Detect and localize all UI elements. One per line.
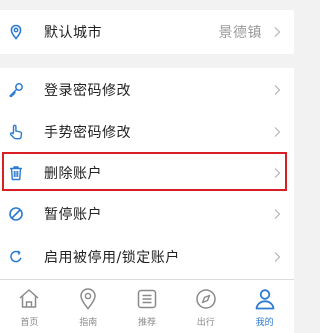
tab-mine[interactable]: 我的 [235,280,294,333]
menu-item-label: 暂停账户 [44,207,102,223]
block-icon [8,206,24,222]
tab-guide[interactable]: 指南 [59,280,118,333]
home-icon [19,289,39,308]
tab-home[interactable]: 首页 [0,280,59,333]
menu-item-enable-account[interactable]: 启用被停用/锁定账户 [0,235,294,279]
menu-item-label: 删除账户 [44,166,102,182]
key-icon [8,82,24,98]
menu-item-login-password[interactable]: 登录密码修改 [0,68,294,112]
menu-item-label: 手势密码修改 [44,125,131,141]
default-city-row[interactable]: 默认城市 景德镇 [0,10,294,54]
hand-pointer-icon [8,124,24,140]
default-city-label: 默认城市 [44,25,102,41]
menu-item-label: 登录密码修改 [44,83,131,99]
tab-label: 推荐 [137,318,156,328]
refresh-icon [8,249,24,265]
tab-label: 出行 [196,318,215,328]
menu-item-label: 启用被停用/锁定账户 [44,250,180,266]
compass-icon [196,289,216,309]
menu-item-suspend-account[interactable]: 暂停账户 [0,192,294,236]
tab-recommend[interactable]: 推荐 [118,280,177,333]
list-icon [137,289,157,309]
tab-label: 指南 [79,318,98,328]
chevron-right-icon [274,127,281,137]
default-city-value: 景德镇 [218,25,262,41]
trash-icon [8,165,24,181]
chevron-right-icon [274,209,281,219]
tab-label: 首页 [20,318,39,328]
menu-item-delete-account[interactable]: 删除账户 [0,151,294,195]
chevron-right-icon [274,27,281,37]
menu-item-gesture-password[interactable]: 手势密码修改 [0,110,294,154]
chevron-right-icon [274,168,281,178]
chevron-right-icon [274,252,281,262]
bottom-tab-bar: 首页 指南 推荐 出行 我的 [0,279,294,333]
chevron-right-icon [274,85,281,95]
user-icon [255,289,274,310]
location-icon [80,288,96,310]
tab-travel[interactable]: 出行 [176,280,235,333]
tab-label: 我的 [255,318,274,328]
location-pin-icon [8,24,24,40]
section-gap [0,54,294,68]
